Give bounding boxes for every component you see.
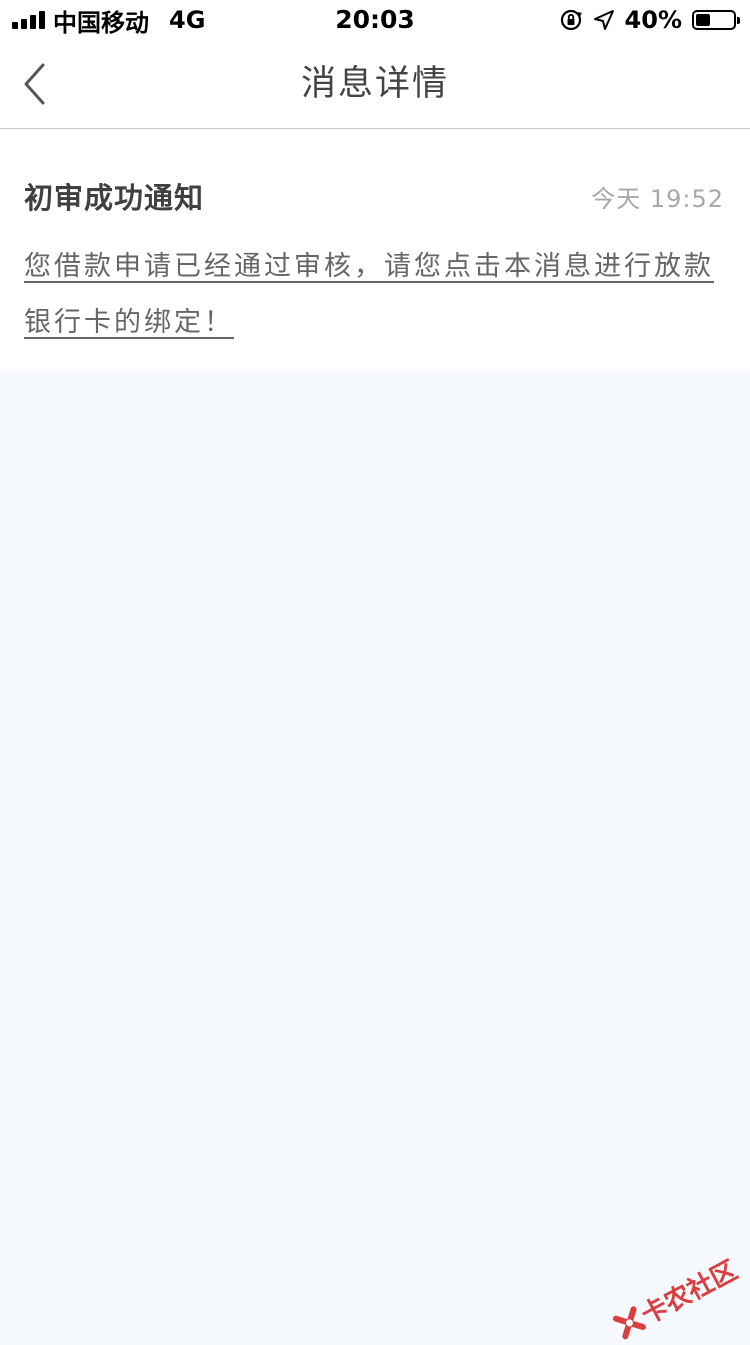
watermark-text: 卡农社区: [636, 1255, 743, 1331]
message-body-link[interactable]: 您借款申请已经通过审核，请您点击本消息进行放款银行卡的绑定！: [24, 239, 724, 351]
message-title: 初审成功通知: [24, 181, 205, 215]
location-arrow-icon: [593, 10, 614, 30]
orientation-lock-icon: [560, 9, 582, 31]
watermark: 卡农社区: [609, 1250, 743, 1345]
battery-percent: 40%: [624, 6, 682, 34]
status-right: 40%: [559, 0, 740, 40]
message-time: 今天 19:52: [591, 185, 724, 213]
message-card: 初审成功通知 今天 19:52 您借款申请已经通过审核，请您点击本消息进行放款银…: [0, 129, 750, 372]
navigation-bar: 消息详情: [0, 40, 750, 129]
battery-icon: [692, 10, 740, 30]
page-title: 消息详情: [300, 64, 449, 104]
battery-cap: [737, 17, 740, 24]
battery-fill: [696, 14, 710, 26]
status-bar: 中国移动 4G 20:03 40%: [0, 0, 750, 40]
